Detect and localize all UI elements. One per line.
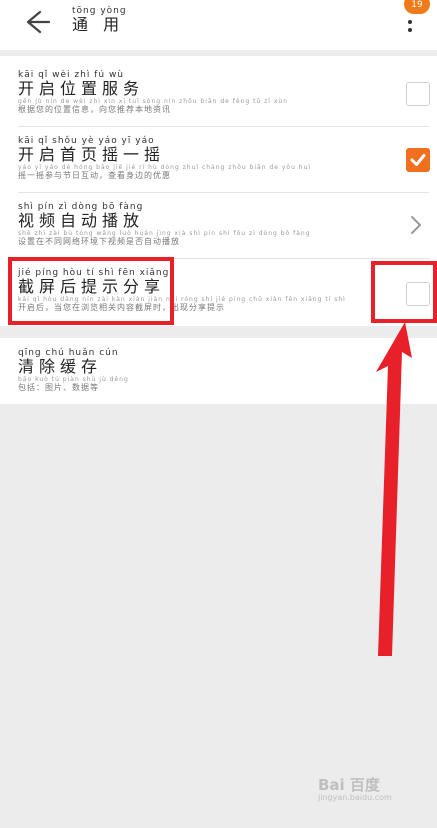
shake-checkbox[interactable] bbox=[406, 148, 430, 172]
checkmark-icon bbox=[410, 154, 426, 166]
setting-desc: 摇一摇参与节日互动，查看身边的优惠 bbox=[18, 171, 171, 180]
top-bar: tōng yòng 通 用 19 bbox=[0, 0, 437, 50]
setting-title: 视频自动播放 bbox=[18, 211, 145, 230]
location-service-checkbox[interactable] bbox=[406, 82, 430, 106]
page-title-text: 通 用 bbox=[72, 15, 125, 34]
setting-title: 开启首页摇一摇 bbox=[18, 145, 166, 164]
watermark-url: jingyan.baidu.com bbox=[318, 793, 392, 802]
cache-title: 清除缓存 bbox=[18, 357, 103, 376]
setting-desc-pinyin: yáo yī yáo dé hóng bāo jiē jié rì hù dòn… bbox=[18, 164, 312, 171]
back-arrow-icon[interactable] bbox=[22, 8, 52, 36]
setting-desc-pinyin: gēn jù nín de wèi zhì xìn xī tuī sòng ní… bbox=[18, 98, 289, 105]
highlight-box-label bbox=[8, 257, 174, 325]
setting-location-service[interactable]: kāi qǐ wèi zhì fú wù 开启位置服务 gēn jù nín d… bbox=[0, 60, 437, 126]
setting-title: 开启位置服务 bbox=[18, 79, 145, 98]
setting-desc: 设置在不同网络环境下视频是否自动播放 bbox=[18, 237, 180, 246]
chevron-right-icon[interactable] bbox=[408, 214, 424, 236]
clear-cache-section: qīng chú huǎn cún 清除缓存 bāo kuò tú piàn s… bbox=[0, 338, 437, 404]
setting-desc: 根据您的位置信息，向您推荐本地资讯 bbox=[18, 105, 171, 114]
cache-desc-pinyin: bāo kuò tú piàn shù jù děng bbox=[18, 376, 129, 383]
setting-shake[interactable]: kāi qǐ shǒu yè yáo yī yáo 开启首页摇一摇 yáo yī… bbox=[0, 126, 437, 192]
cache-desc: 包括：图片、数据等 bbox=[18, 383, 99, 392]
highlight-box-checkbox bbox=[371, 261, 437, 323]
watermark-brand: Bai 百度 bbox=[318, 776, 380, 794]
setting-video-autoplay[interactable]: shì pín zì dòng bō fàng 视频自动播放 shè zhì z… bbox=[0, 192, 437, 258]
setting-desc-pinyin: shè zhì zài bù tóng wǎng luò huán jìng x… bbox=[18, 230, 311, 237]
baidu-watermark: Bai 百度 jingyan.baidu.com bbox=[318, 774, 428, 810]
page-title: tōng yòng 通 用 bbox=[72, 6, 127, 34]
setting-clear-cache[interactable]: qīng chú huǎn cún 清除缓存 bāo kuò tú piàn s… bbox=[0, 338, 437, 404]
more-menu-icon[interactable] bbox=[404, 6, 416, 34]
